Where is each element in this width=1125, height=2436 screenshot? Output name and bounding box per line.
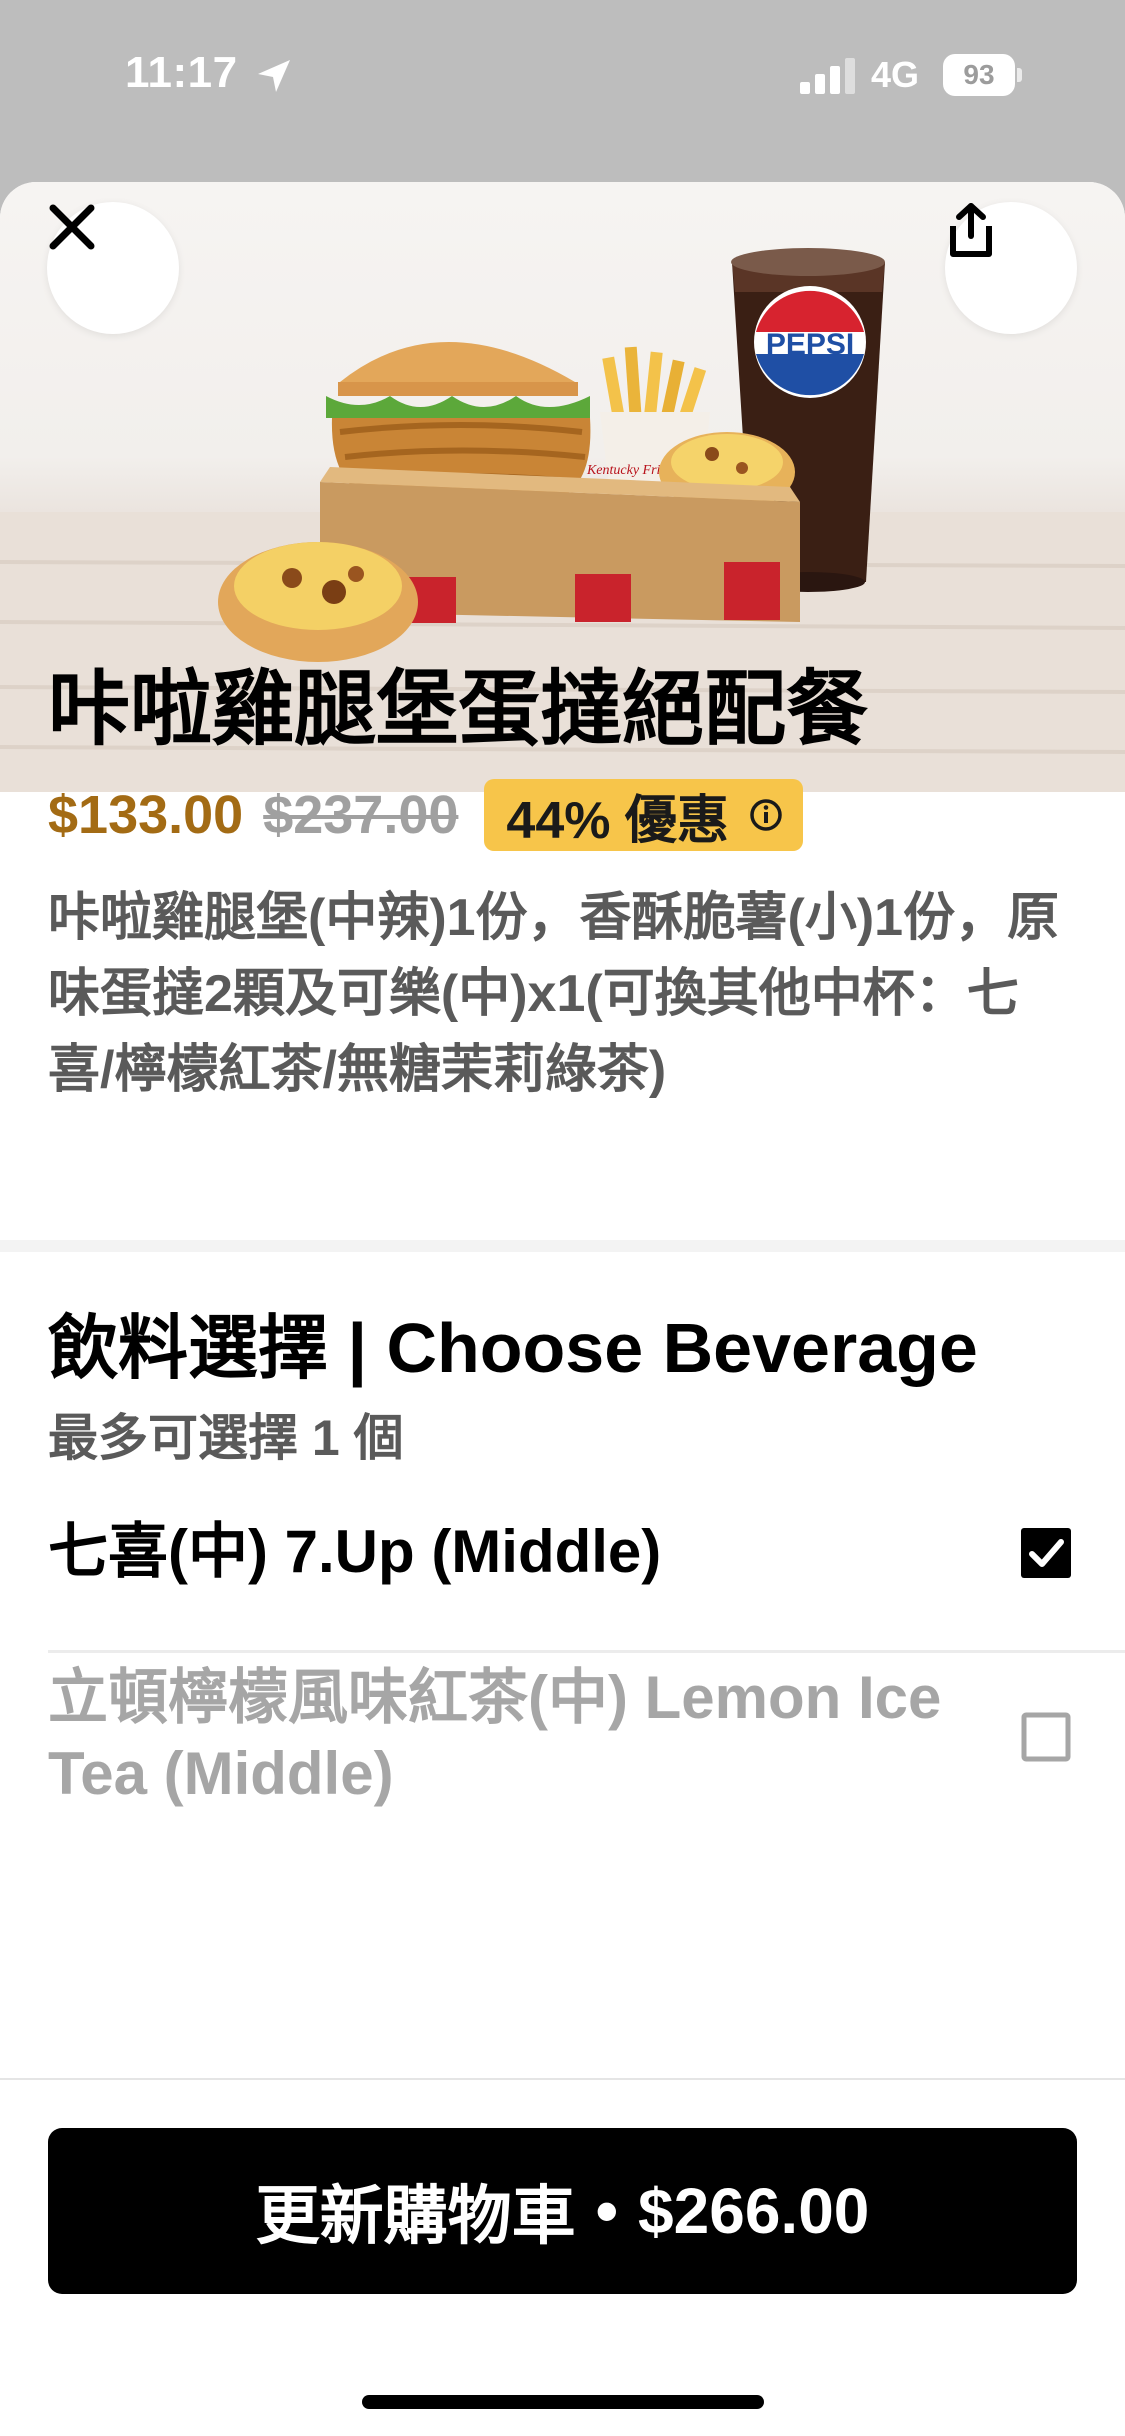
share-button[interactable] [945,202,1077,334]
beverage-section-subtitle: 最多可選擇 1 個 [48,1410,404,1466]
info-icon [750,799,782,831]
signal-bars-icon [800,58,855,94]
price-row: $133.00 $237.00 44% 優惠 [48,775,803,855]
home-indicator[interactable] [362,2395,764,2409]
battery-level: 93 [943,54,1015,96]
discount-label: 44% 優惠 [506,791,729,850]
close-button[interactable] [47,202,179,334]
beverage-section-title: 飲料選擇 | Choose Beverage [48,1309,978,1387]
beverage-option-7up[interactable]: 七喜(中) 7.Up (Middle) [48,1480,1125,1630]
cta-total: $266.00 [638,2175,870,2247]
cta-separator: • [595,2175,619,2247]
original-price: $237.00 [263,785,459,845]
product-title: 咔啦雞腿堡蛋撻絕配餐 [48,664,869,755]
cta-label: 更新購物車 [255,2180,576,2252]
checkbox-unchecked-icon[interactable] [1021,1712,1071,1762]
cup-label: PEPSI [766,328,854,361]
checkbox-checked-icon[interactable] [1021,1528,1071,1578]
current-price: $133.00 [48,785,244,845]
update-cart-button[interactable]: 更新購物車 • $266.00 [48,2128,1077,2294]
battery-tip [1017,68,1022,82]
beverage-option-lemon-tea[interactable]: 立頓檸檬風味紅茶(中) Lemon Ice Tea (Middle) [48,1648,1125,1828]
battery-indicator: 93 [943,54,1022,96]
egg-tart-left [218,542,418,662]
discount-badge[interactable]: 44% 優惠 [484,779,803,851]
share-icon [950,203,992,257]
status-time: 11:17 [125,48,238,97]
network-type: 4G [871,54,920,95]
status-bar: 11:17 4G 93 [0,0,1125,150]
option-label: 七喜(中) 7.Up (Middle) [48,1518,662,1585]
option-label: 立頓檸檬風味紅茶(中) Lemon Ice Tea (Middle) [48,1664,942,1807]
location-arrow-icon [258,60,290,92]
close-icon [49,204,95,250]
product-description: 咔啦雞腿堡(中辣)1份，香酥脆薯(小)1份，原味蛋撻2顆及可樂(中)x1(可換其… [48,889,1060,1099]
section-divider [0,1240,1125,1252]
